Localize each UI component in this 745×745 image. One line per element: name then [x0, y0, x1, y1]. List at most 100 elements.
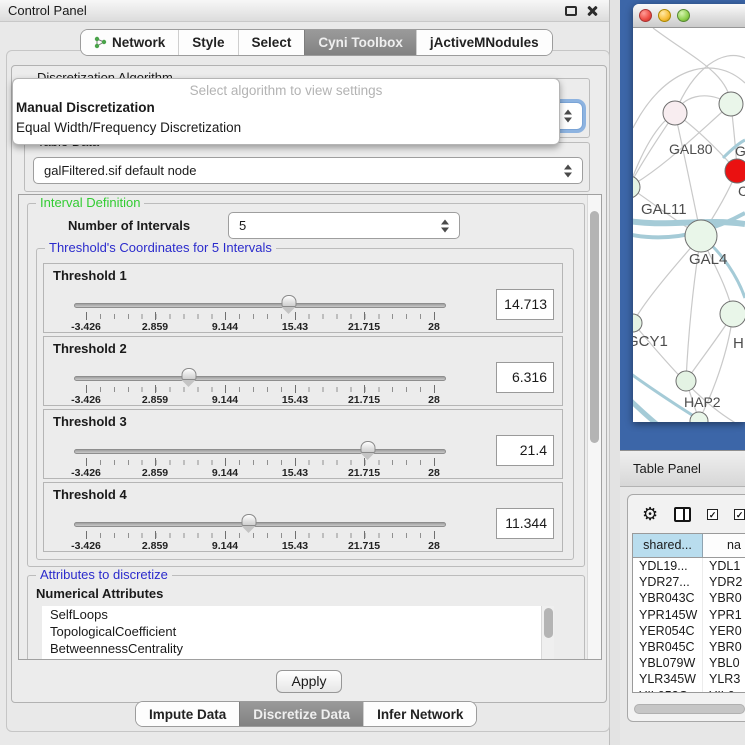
close-traffic-light[interactable] [639, 9, 652, 22]
network-node[interactable] [685, 220, 717, 252]
tab-style[interactable]: Style [178, 30, 237, 55]
major-tick [295, 531, 296, 539]
tick-label: -3.426 [71, 394, 101, 406]
list-scrollbar[interactable] [541, 606, 554, 660]
network-node[interactable] [633, 176, 640, 198]
cell: YLR3 [703, 671, 745, 687]
table-row[interactable]: YER054C YER0 [633, 623, 745, 639]
threshold-4-value-field[interactable]: 11.344 [496, 508, 554, 539]
threshold-4-label: Threshold 4 [53, 487, 127, 502]
tab-select[interactable]: Select [238, 30, 305, 55]
slider-track[interactable] [74, 303, 446, 308]
major-tick [86, 458, 87, 466]
table-row[interactable]: YDL19... YDL1 [633, 558, 745, 574]
number-of-intervals-value: 5 [239, 218, 246, 233]
node-label: GCY1 [633, 333, 668, 350]
slider-minor-ticks [86, 533, 435, 538]
tick-label: -3.426 [71, 321, 101, 333]
network-node[interactable] [720, 301, 745, 327]
interval-definition-group-title: Interval Definition [36, 195, 144, 211]
table-row[interactable]: YBL079W YBL0 [633, 655, 745, 671]
network-node[interactable] [663, 101, 687, 125]
settings-scrollbar[interactable] [587, 195, 601, 659]
tab-impute-data[interactable]: Impute Data [136, 702, 239, 726]
cell: YER0 [703, 623, 745, 639]
algorithm-option-equal-width[interactable]: Equal Width/Frequency Discretization [13, 118, 559, 138]
threshold-1-value-field[interactable]: 14.713 [496, 289, 554, 320]
algorithm-hint: Select algorithm to view settings [13, 79, 559, 98]
threshold-1-label: Threshold 1 [53, 268, 127, 283]
close-icon[interactable] [586, 5, 598, 17]
table-data-combobox[interactable]: galFiltered.sif default node [33, 157, 583, 184]
list-scrollbar-thumb[interactable] [544, 608, 553, 638]
slider-thumb[interactable] [241, 514, 256, 526]
tick-label: 2.859 [142, 321, 168, 333]
tab-cyni-toolbox[interactable]: Cyni Toolbox [304, 30, 416, 55]
deselect-all-checkbox-icon[interactable]: ✓ [734, 509, 745, 520]
list-item[interactable]: TopologicalCoefficient [42, 623, 554, 640]
slider-thumb[interactable] [360, 441, 375, 453]
table-horizontal-scrollbar-thumb[interactable] [634, 704, 745, 714]
cell: YLR345W [633, 671, 703, 687]
slider-track[interactable] [74, 522, 446, 527]
tab-discretize-data[interactable]: Discretize Data [239, 702, 363, 726]
number-of-intervals-spinner[interactable]: 5 [228, 212, 460, 239]
slider-thumb[interactable] [281, 295, 296, 307]
column-header-name[interactable]: na [703, 534, 745, 557]
network-window-titlebar[interactable] [633, 4, 745, 28]
table-horizontal-scrollbar[interactable] [634, 704, 745, 714]
table-row[interactable]: YPR145W YPR1 [633, 607, 745, 623]
attributes-group-title: Attributes to discretize [36, 567, 172, 583]
node-label: H [733, 335, 744, 352]
tab-infer-network[interactable]: Infer Network [363, 702, 476, 726]
column-visibility-icon[interactable] [674, 507, 691, 522]
apply-button[interactable]: Apply [276, 670, 342, 693]
algorithm-option-manual[interactable]: Manual Discretization [13, 98, 559, 118]
tab-network[interactable]: Network [81, 30, 178, 55]
top-tab-bar: Network Style Select Cyni Toolbox jActiv… [80, 29, 553, 56]
slider-thumb[interactable] [182, 368, 197, 380]
cell: YBL0 [703, 655, 745, 671]
table-panel-titlebar: Table Panel [620, 450, 745, 487]
threshold-3-box: Threshold 3 -3.42 [43, 409, 563, 479]
table-row[interactable]: YBR045C YBR0 [633, 639, 745, 655]
network-node-selected[interactable] [725, 159, 745, 183]
major-tick [364, 458, 365, 466]
network-canvas[interactable]: GAL80 G C GAL11 GAL4 GCY1 H HAP2 [633, 28, 745, 422]
slider-track[interactable] [74, 449, 446, 454]
table-settings-gear-icon[interactable]: ⚙ [642, 505, 658, 523]
threshold-3-value-field[interactable]: 21.4 [496, 435, 554, 466]
column-header-shared-name[interactable]: shared... [633, 534, 703, 557]
list-item[interactable]: SelfLoops [42, 606, 554, 623]
control-panel: Control Panel Network Style Select Cyni … [0, 0, 610, 745]
tick-label: 28 [428, 394, 440, 406]
table-row[interactable]: YBR043C YBR0 [633, 590, 745, 606]
cell: YBR043C [633, 590, 703, 606]
slider-track[interactable] [74, 376, 446, 381]
settings-scrollbar-thumb[interactable] [590, 211, 599, 443]
major-tick [295, 385, 296, 393]
cell: YDR2 [703, 574, 745, 590]
table-row[interactable]: YDR27... YDR2 [633, 574, 745, 590]
network-node[interactable] [676, 371, 696, 391]
network-node[interactable] [633, 314, 642, 332]
list-item[interactable]: BetweennessCentrality [42, 640, 554, 657]
minimize-traffic-light[interactable] [658, 9, 671, 22]
table-row[interactable]: YIL052C YIL0 [633, 688, 745, 694]
cell: YIL0 [703, 688, 745, 694]
major-tick [155, 385, 156, 393]
threshold-2-value-field[interactable]: 6.316 [496, 362, 554, 393]
select-all-checkbox-icon[interactable]: ✓ [707, 509, 718, 520]
threshold-2-box: Threshold 2 -3.42 [43, 336, 563, 406]
network-node[interactable] [719, 92, 743, 116]
float-window-icon[interactable] [565, 6, 577, 16]
major-tick [364, 385, 365, 393]
threshold-3-label: Threshold 3 [53, 414, 127, 429]
zoom-traffic-light[interactable] [677, 9, 690, 22]
network-icon [94, 36, 107, 49]
table-row[interactable]: YLR345W YLR3 [633, 671, 745, 687]
algorithm-dropdown-popup: Select algorithm to view settings Manual… [12, 78, 560, 145]
network-view-frame: GAL80 G C GAL11 GAL4 GCY1 H HAP2 [620, 0, 745, 450]
control-panel-titlebar: Control Panel [0, 0, 609, 22]
tab-jactivemnodules[interactable]: jActiveMNodules [416, 30, 552, 55]
